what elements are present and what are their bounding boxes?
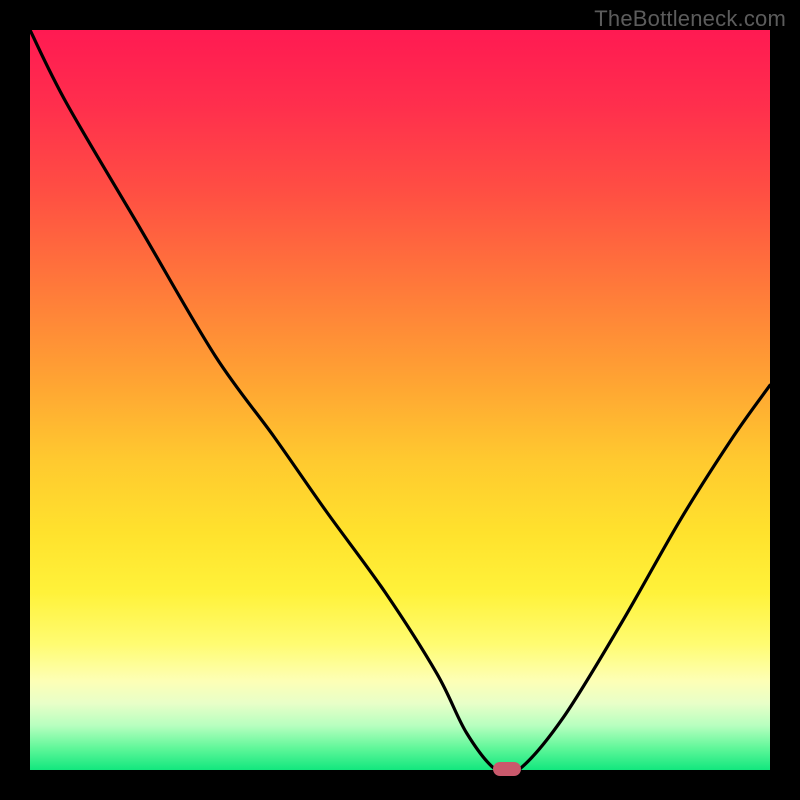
watermark-text: TheBottleneck.com xyxy=(594,6,786,32)
plot-area xyxy=(30,30,770,770)
optimal-point-marker xyxy=(493,762,521,776)
bottleneck-curve xyxy=(30,30,770,770)
chart-frame: TheBottleneck.com xyxy=(0,0,800,800)
